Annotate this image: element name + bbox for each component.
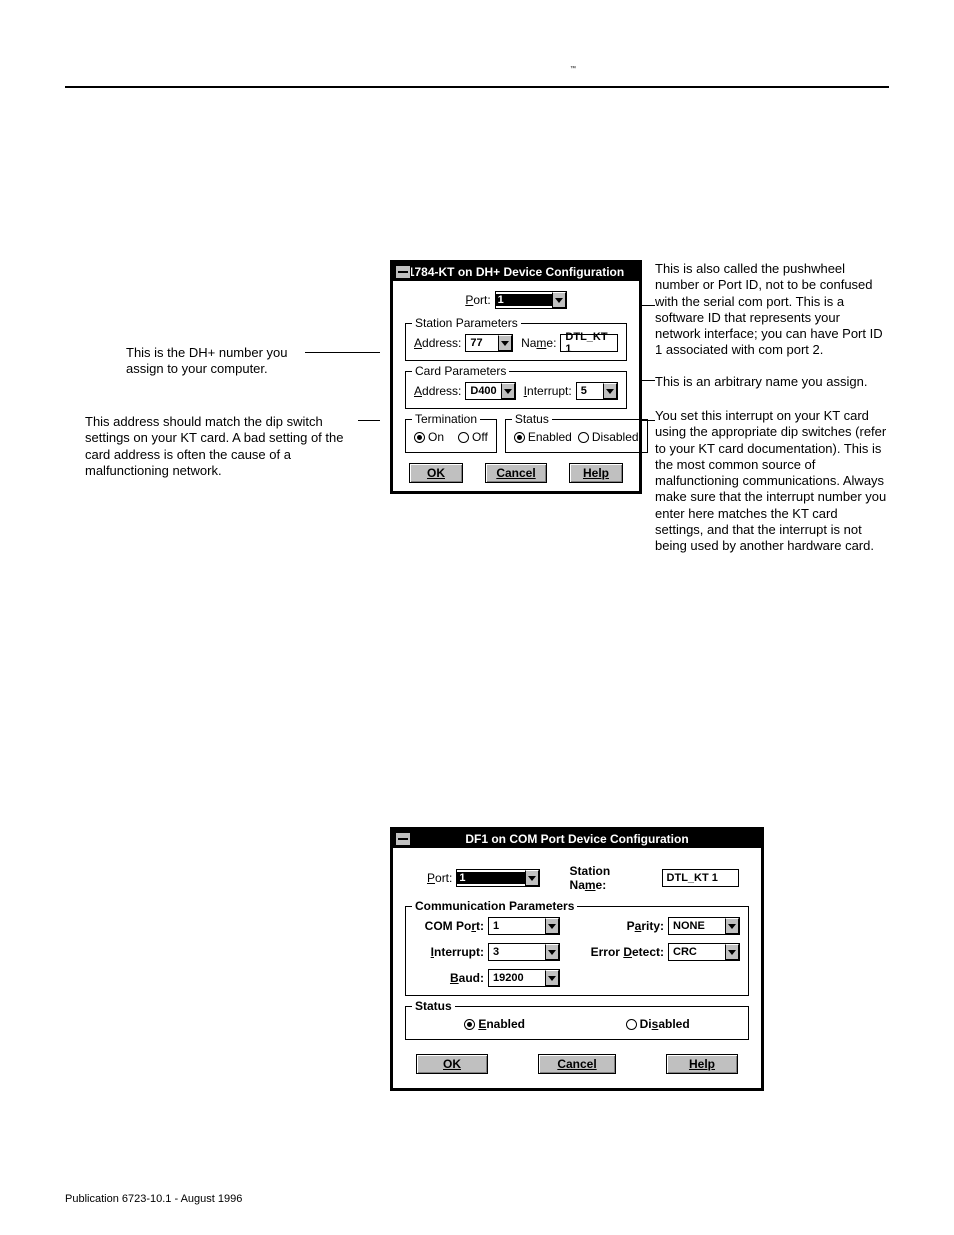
name-label: Name: (521, 336, 556, 350)
system-menu-icon[interactable] (395, 265, 411, 279)
port-combo[interactable]: 1 (495, 291, 567, 309)
parity-label: Parity: (627, 919, 664, 933)
ann-line (305, 352, 380, 353)
titlebar[interactable]: 1784-KT on DH+ Device Configuration (393, 263, 639, 281)
err-value: CRC (669, 946, 725, 958)
cancel-button[interactable]: Cancel (538, 1054, 616, 1074)
interrupt-value: 3 (489, 946, 545, 958)
chevron-down-icon[interactable] (545, 944, 559, 960)
comport-label: COM Port: (414, 919, 484, 933)
address-label: Address: (414, 336, 461, 350)
chevron-down-icon[interactable] (545, 918, 559, 934)
group-station-parameters: Station Parameters Address: 77 Name: DTL… (405, 323, 627, 361)
interrupt-combo[interactable]: 3 (488, 943, 560, 961)
title-text: DF1 on COM Port Device Configuration (465, 832, 688, 846)
group-legend: Communication Parameters (412, 899, 577, 913)
address-value: 77 (466, 337, 498, 349)
comport-combo[interactable]: 1 (488, 917, 560, 935)
radio-off[interactable]: Off (458, 430, 488, 444)
address-combo[interactable]: 77 (465, 334, 513, 352)
radio-enabled[interactable]: Enabled (514, 430, 572, 444)
card-address-label: Address: (414, 384, 461, 398)
chevron-down-icon[interactable] (501, 383, 515, 399)
port-label: Port: (465, 293, 490, 307)
titlebar[interactable]: DF1 on COM Port Device Configuration (393, 830, 761, 848)
annotation-dh-number: This is the DH+ number you assign to you… (126, 345, 311, 378)
radio-disabled[interactable]: Disabled (626, 1017, 690, 1031)
annotation-pushwheel: This is also called the pushwheel number… (655, 261, 887, 359)
interrupt-label: Interrupt: (524, 384, 572, 398)
group-status: Status Enabled Disabled (505, 419, 648, 453)
group-termination: Termination On Off (405, 419, 497, 453)
annotation-arbitrary-name: This is an arbitrary name you assign. (655, 374, 887, 390)
radio-enabled[interactable]: Enabled (464, 1017, 525, 1031)
group-legend: Station Parameters (412, 316, 521, 330)
chevron-down-icon[interactable] (498, 335, 512, 351)
radio-on[interactable]: On (414, 430, 444, 444)
ok-button[interactable]: OK (416, 1054, 488, 1074)
annotation-dip-match: This address should match the dip switch… (85, 414, 360, 479)
annotation-interrupt: You set this interrupt on your KT card u… (655, 408, 889, 554)
err-label: Error Detect: (591, 945, 664, 959)
dialog-1784-kt: 1784-KT on DH+ Device Configuration Port… (390, 260, 642, 494)
group-card-parameters: Card Parameters Address: D400 Interrupt:… (405, 371, 627, 409)
card-address-value: D400 (466, 385, 500, 397)
chevron-down-icon[interactable] (545, 970, 559, 986)
radio-on-label: On (428, 430, 444, 444)
port-value: 1 (496, 294, 552, 306)
parity-value: NONE (669, 920, 725, 932)
station-name-input[interactable]: DTL_KT 1 (662, 869, 739, 887)
page-rule (65, 86, 889, 88)
help-button[interactable]: Help (569, 463, 623, 483)
interrupt-value: 5 (577, 385, 603, 397)
baud-value: 19200 (489, 972, 545, 984)
interrupt-label: Interrupt: (414, 945, 484, 959)
radio-off-label: Off (472, 430, 488, 444)
comport-value: 1 (489, 920, 545, 932)
chevron-down-icon[interactable] (603, 383, 617, 399)
ok-button[interactable]: OK (409, 463, 463, 483)
chevron-down-icon[interactable] (725, 944, 739, 960)
group-status: Status Enabled Disabled (405, 1006, 749, 1040)
group-legend: Status (412, 999, 455, 1013)
station-name-label: Station Name: (570, 864, 650, 892)
port-value: 1 (457, 872, 524, 884)
baud-combo[interactable]: 19200 (488, 969, 560, 987)
interrupt-combo[interactable]: 5 (576, 382, 618, 400)
radio-enabled-label: Enabled (528, 430, 572, 444)
group-legend: Termination (412, 412, 480, 426)
system-menu-icon[interactable] (395, 832, 411, 846)
chevron-down-icon[interactable] (525, 870, 539, 886)
dialog-df1: DF1 on COM Port Device Configuration Por… (390, 827, 764, 1091)
radio-disabled-label: Disabled (592, 430, 639, 444)
group-legend: Status (512, 412, 552, 426)
port-label: Port: (427, 871, 452, 885)
name-input[interactable]: DTL_KT 1 (560, 334, 618, 352)
footer: Publication 6723-10.1 - August 1996 (65, 1193, 242, 1205)
err-combo[interactable]: CRC (668, 943, 740, 961)
parity-combo[interactable]: NONE (668, 917, 740, 935)
ann-line (358, 420, 380, 421)
trademark-symbol: ™ (570, 66, 576, 72)
card-address-combo[interactable]: D400 (465, 382, 515, 400)
group-legend: Card Parameters (412, 364, 509, 378)
port-combo[interactable]: 1 (456, 869, 539, 887)
title-text: 1784-KT on DH+ Device Configuration (408, 265, 624, 279)
baud-label: Baud: (414, 971, 484, 985)
cancel-button[interactable]: Cancel (485, 463, 547, 483)
radio-disabled[interactable]: Disabled (578, 430, 639, 444)
group-comm-parameters: Communication Parameters COM Port: 1 Par… (405, 906, 749, 996)
chevron-down-icon[interactable] (725, 918, 739, 934)
help-button[interactable]: Help (666, 1054, 738, 1074)
chevron-down-icon[interactable] (552, 292, 566, 308)
